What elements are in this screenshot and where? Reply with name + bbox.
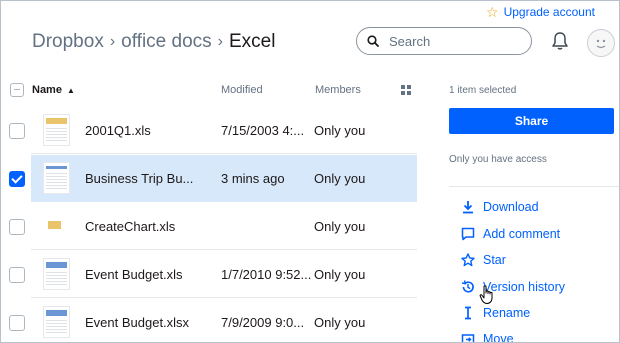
breadcrumb: Dropbox › office docs › Excel	[32, 31, 275, 53]
access-text: Only you have access	[449, 154, 547, 165]
table-row[interactable]: Event Budget.xls 1/7/2010 9:52... Only y…	[1, 251, 417, 298]
rename-label: Rename	[483, 306, 531, 320]
breadcrumb-dropbox[interactable]: Dropbox	[32, 31, 104, 53]
details-panel: 1 item selected Share Only you have acce…	[449, 1, 619, 343]
row-checkbox[interactable]	[9, 123, 25, 139]
star-label: Star	[483, 253, 506, 267]
rename-action[interactable]: Rename	[461, 306, 530, 320]
file-members: Only you	[314, 219, 366, 234]
add-comment-action[interactable]: Add comment	[461, 227, 560, 241]
file-members: Only you	[314, 123, 366, 138]
column-name-label: Name	[32, 84, 62, 96]
add-comment-label: Add comment	[483, 227, 561, 241]
chevron-right-icon: ›	[109, 33, 116, 50]
share-button[interactable]: Share	[449, 108, 614, 134]
excel-file-thumbnail	[43, 114, 70, 146]
file-modified: 7/9/2009 9:0...	[221, 315, 305, 330]
excel-file-thumbnail	[43, 258, 70, 290]
table-row[interactable]: CreateChart.xls Only you	[1, 203, 417, 250]
column-members-header[interactable]: Members	[315, 84, 361, 96]
chevron-right-icon: ›	[217, 33, 223, 50]
file-name[interactable]: Business Trip Bu...	[85, 171, 193, 186]
column-name-header[interactable]: Name ▲	[32, 84, 75, 96]
file-members: Only you	[314, 267, 366, 282]
file-members: Only you	[314, 315, 366, 330]
file-members: Only you	[314, 171, 366, 186]
table-header: Name ▲ Modified Members	[1, 79, 417, 103]
move-icon	[461, 334, 475, 342]
download-action[interactable]: Download	[461, 200, 539, 214]
version-history-action[interactable]: Version history	[461, 280, 565, 294]
move-action[interactable]: Move	[461, 332, 514, 343]
file-name[interactable]: Event Budget.xls	[85, 267, 183, 282]
rename-icon	[465, 306, 471, 320]
column-modified-header[interactable]: Modified	[221, 84, 263, 96]
grid-view-icon[interactable]	[401, 85, 411, 95]
move-label: Move	[483, 332, 514, 343]
comment-icon	[461, 227, 475, 241]
history-icon	[461, 280, 474, 293]
download-icon	[463, 201, 473, 214]
sort-ascending-icon: ▲	[66, 85, 75, 95]
file-name[interactable]: CreateChart.xls	[85, 219, 175, 234]
selection-count: 1 item selected	[449, 85, 517, 96]
excel-file-thumbnail	[43, 210, 70, 242]
hand-cursor-icon	[479, 285, 493, 304]
table-row[interactable]: Business Trip Bu... 3 mins ago Only you	[1, 155, 417, 202]
file-modified: 1/7/2010 9:52...	[221, 267, 312, 282]
breadcrumb-current-folder: Excel	[228, 31, 276, 52]
table-row[interactable]: Event Budget.xlsx 7/9/2009 9:0... Only y…	[1, 299, 417, 342]
file-modified: 7/15/2003 4:...	[221, 123, 305, 138]
file-name[interactable]: 2001Q1.xls	[85, 123, 151, 138]
breadcrumb-office-docs[interactable]: office docs	[121, 31, 211, 53]
search-icon	[367, 35, 379, 47]
file-modified: 3 mins ago	[221, 171, 285, 186]
version-history-label: Version history	[483, 280, 565, 294]
file-name[interactable]: Event Budget.xlsx	[85, 315, 189, 330]
download-label: Download	[483, 200, 539, 214]
table-row[interactable]: 2001Q1.xls 7/15/2003 4:... Only you	[1, 107, 417, 154]
star-icon	[461, 253, 475, 267]
excel-file-thumbnail	[43, 162, 70, 194]
dropbox-window: ☆ Upgrade account Dropbox › office docs …	[0, 0, 620, 343]
excel-file-thumbnail	[43, 306, 70, 338]
star-action[interactable]: Star	[461, 253, 506, 267]
row-checkbox[interactable]	[9, 267, 25, 283]
row-checkbox[interactable]	[9, 219, 25, 235]
divider	[449, 186, 619, 187]
row-checkbox[interactable]	[9, 315, 25, 331]
row-checkbox[interactable]	[9, 171, 25, 187]
